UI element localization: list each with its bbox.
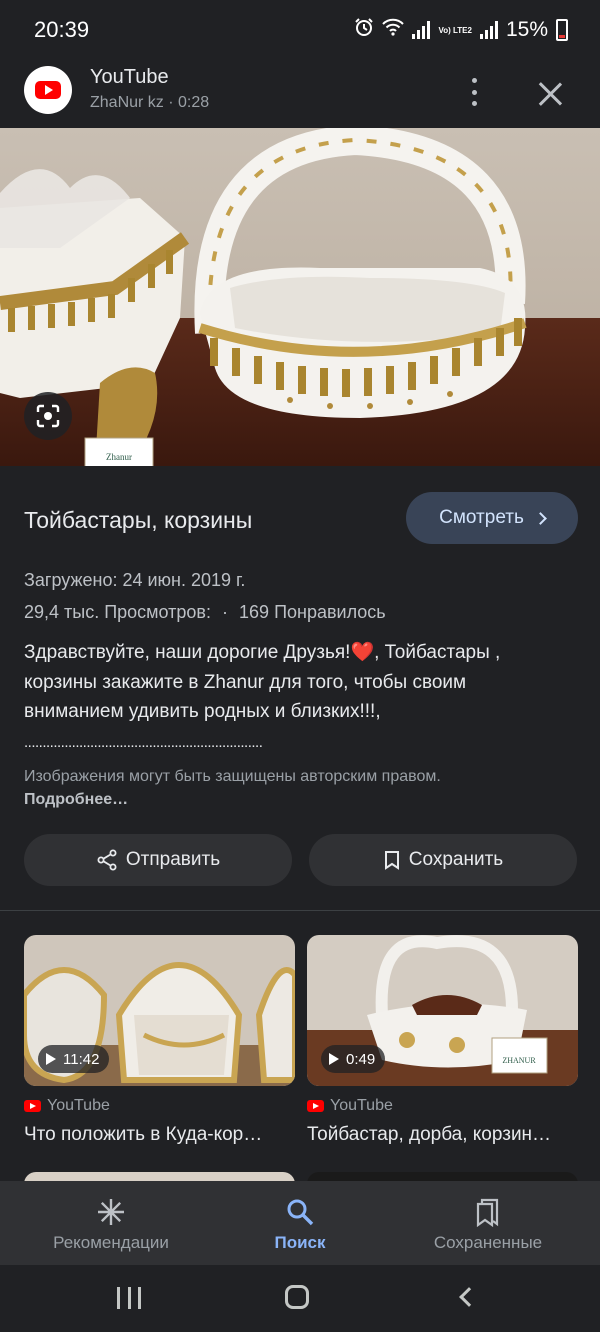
share-button[interactable]: Отправить bbox=[24, 834, 292, 886]
learn-more-link[interactable]: Подробнее… bbox=[24, 791, 128, 808]
related-result-card[interactable]: 11:42 YouTube Что положить в Куда-кор… bbox=[24, 935, 295, 1146]
recents-icon[interactable] bbox=[117, 1287, 141, 1309]
close-icon[interactable] bbox=[536, 80, 564, 108]
watch-button-label: Смотреть bbox=[439, 507, 524, 528]
related-result-card[interactable]: ZHANUR 0:49 YouTube Тойбастар, дорба, ко… bbox=[307, 935, 578, 1146]
channel-duration: ZhaNur kz · 0:28 bbox=[90, 94, 210, 111]
search-icon bbox=[285, 1197, 315, 1227]
result-title: Тойбастары, корзины bbox=[24, 507, 253, 533]
nav-saved[interactable]: Сохраненные bbox=[388, 1181, 588, 1265]
related-title[interactable]: Тойбастар, дорба, корзин… bbox=[307, 1124, 578, 1146]
like-count: 169 Понравилось bbox=[239, 602, 386, 622]
related-source-label: YouTube bbox=[330, 1097, 393, 1114]
youtube-logo-icon bbox=[24, 66, 72, 114]
thumb-sign-text: ZHANUR bbox=[502, 1056, 536, 1065]
nav-label: Сохраненные bbox=[433, 1233, 543, 1252]
chevron-right-icon bbox=[534, 511, 547, 525]
status-time: 20:39 bbox=[34, 17, 90, 42]
network-type: Vo) LTE2 bbox=[438, 25, 472, 35]
back-icon[interactable] bbox=[459, 1287, 479, 1307]
status-icons: Vo) LTE2 15% bbox=[354, 17, 568, 43]
watch-button[interactable]: Смотреть bbox=[406, 492, 578, 544]
preview-image[interactable]: Zhanur bbox=[0, 128, 600, 466]
save-label: Сохранить bbox=[408, 849, 504, 870]
save-button[interactable]: Сохранить bbox=[309, 834, 577, 886]
home-icon[interactable] bbox=[285, 1285, 309, 1309]
google-lens-icon[interactable] bbox=[24, 392, 72, 440]
copyright-text: Изображения могут быть защищены авторски… bbox=[24, 768, 441, 785]
related-source-label: YouTube bbox=[47, 1097, 110, 1114]
youtube-logo-icon bbox=[24, 1100, 41, 1112]
share-label: Отправить bbox=[125, 849, 221, 870]
system-navigation bbox=[0, 1265, 600, 1332]
alarm-icon bbox=[354, 17, 374, 43]
signal-icon bbox=[412, 21, 431, 39]
duration-badge: 11:42 bbox=[38, 1045, 110, 1073]
view-count: 29,4 тыс. Просмотров: bbox=[24, 602, 211, 622]
bottom-navigation: Рекомендации Поиск Сохраненные bbox=[0, 1181, 600, 1265]
bookmarks-icon bbox=[475, 1197, 501, 1227]
upload-date: Загружено: 24 июн. 2019 г. bbox=[24, 570, 246, 590]
play-icon bbox=[46, 1053, 56, 1065]
description: Здравствуйте, наши дорогие Друзья!❤️, То… bbox=[24, 638, 564, 757]
separator: · bbox=[222, 602, 229, 622]
related-thumbnail[interactable]: 11:42 bbox=[24, 935, 295, 1086]
description-text: Здравствуйте, наши дорогие Друзья! bbox=[24, 642, 351, 663]
related-thumbnail[interactable]: ZHANUR 0:49 bbox=[307, 935, 578, 1086]
battery-percent: 15% bbox=[505, 18, 548, 41]
heart-icon: ❤️ bbox=[350, 642, 375, 663]
duration-label: 0:49 bbox=[346, 1050, 376, 1068]
hero-sign-text: Zhanur bbox=[106, 452, 132, 462]
nav-recommendations[interactable]: Рекомендации bbox=[11, 1181, 211, 1265]
wifi-icon bbox=[382, 18, 405, 42]
duration-badge: 0:49 bbox=[321, 1045, 386, 1073]
related-title[interactable]: Что положить в Куда-кор… bbox=[24, 1124, 295, 1146]
asterisk-icon bbox=[96, 1197, 126, 1227]
stats-line: 29,4 тыс. Просмотров: · 169 Понравилось bbox=[24, 602, 386, 623]
source-name: YouTube bbox=[90, 66, 169, 88]
nav-search[interactable]: Поиск bbox=[200, 1181, 400, 1265]
youtube-logo-icon bbox=[307, 1100, 324, 1112]
divider bbox=[0, 910, 600, 911]
related-source: YouTube bbox=[307, 1096, 578, 1116]
play-icon bbox=[329, 1053, 339, 1065]
duration-label: 11:42 bbox=[63, 1050, 100, 1068]
bookmark-icon bbox=[384, 851, 399, 870]
nav-label: Поиск bbox=[274, 1233, 326, 1252]
share-icon bbox=[97, 849, 117, 871]
description-dots: ........................................… bbox=[24, 733, 263, 751]
related-source: YouTube bbox=[24, 1096, 295, 1116]
battery-icon bbox=[556, 19, 568, 41]
nav-label: Рекомендации bbox=[53, 1233, 169, 1252]
result-header: YouTube ZhaNur kz · 0:28 bbox=[0, 60, 600, 128]
copyright-notice: Изображения могут быть защищены авторски… bbox=[24, 765, 444, 811]
signal-icon bbox=[479, 21, 498, 39]
more-options-icon[interactable] bbox=[462, 78, 486, 106]
status-bar: 20:39 Vo) LTE2 15% bbox=[0, 0, 600, 60]
